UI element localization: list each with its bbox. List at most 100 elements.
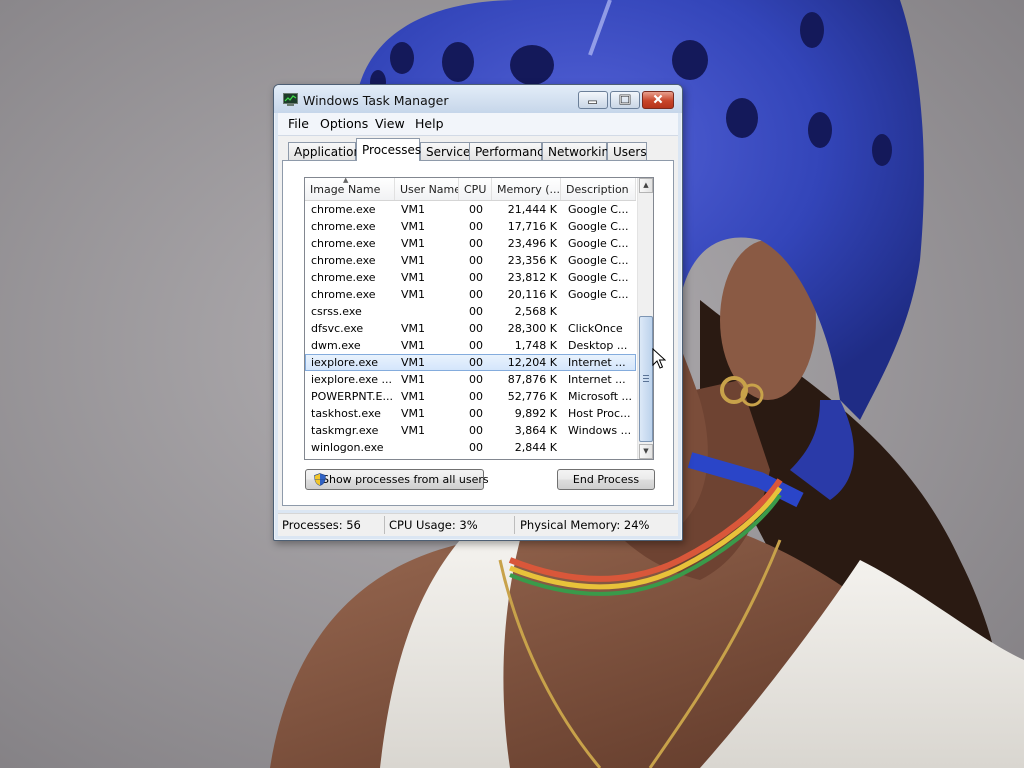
table-row[interactable]: chrome.exe VM1 00 23,496 K Google C... bbox=[305, 235, 636, 252]
cell-user: VM1 bbox=[401, 356, 426, 369]
table-row[interactable]: taskmgr.exe VM1 00 3,864 K Windows ... bbox=[305, 422, 636, 439]
column-label: Image Name bbox=[310, 183, 381, 196]
end-process-button[interactable]: End Process bbox=[557, 469, 655, 490]
cell-mem: 23,496 K bbox=[507, 237, 557, 250]
cell-mem: 20,116 K bbox=[507, 288, 557, 301]
cell-desc: Microsoft ... bbox=[568, 390, 633, 403]
scroll-up-arrow-icon[interactable]: ▲ bbox=[639, 178, 653, 193]
column-description[interactable]: Description bbox=[561, 178, 636, 200]
column-image-name[interactable]: ▲ Image Name bbox=[305, 178, 395, 200]
menu-options[interactable]: Options bbox=[320, 116, 368, 131]
menu-bar: File Options View Help bbox=[278, 113, 678, 136]
table-row[interactable]: chrome.exe VM1 00 17,716 K Google C... bbox=[305, 218, 636, 235]
cell-cpu: 00 bbox=[469, 339, 483, 352]
task-manager-window[interactable]: Windows Task Manager File Options View H… bbox=[273, 84, 683, 541]
process-list[interactable]: ▲ Image Name User Name CPU Memory (... D… bbox=[304, 177, 654, 460]
thumb-grip bbox=[643, 381, 649, 382]
cell-cpu: 00 bbox=[469, 390, 483, 403]
minimize-icon bbox=[588, 100, 597, 104]
cell-desc: Host Proc... bbox=[568, 407, 631, 420]
column-label: CPU bbox=[464, 183, 487, 196]
cell-user: VM1 bbox=[401, 373, 426, 386]
uac-shield-icon bbox=[314, 473, 326, 486]
tab-performance[interactable]: Performance bbox=[469, 142, 551, 160]
table-row[interactable]: chrome.exe VM1 00 23,812 K Google C... bbox=[305, 269, 636, 286]
cell-desc: ClickOnce bbox=[568, 322, 623, 335]
close-icon bbox=[653, 94, 663, 104]
vertical-scrollbar[interactable]: ▲ ▼ bbox=[637, 178, 653, 459]
cell-mem: 12,204 K bbox=[507, 356, 557, 369]
cell-name: taskmgr.exe bbox=[311, 424, 379, 437]
tab-networking[interactable]: Networking bbox=[542, 142, 617, 160]
column-user-name[interactable]: User Name bbox=[395, 178, 459, 200]
title-bar[interactable]: Windows Task Manager bbox=[274, 85, 682, 113]
cell-cpu: 00 bbox=[469, 305, 483, 318]
column-cpu[interactable]: CPU bbox=[459, 178, 492, 200]
cell-user: VM1 bbox=[401, 254, 426, 267]
table-row[interactable]: iexplore.exe VM1 00 12,204 K Internet ... bbox=[305, 354, 636, 371]
cell-mem: 2,844 K bbox=[514, 441, 557, 454]
cell-cpu: 00 bbox=[469, 203, 483, 216]
tab-services[interactable]: Services bbox=[420, 142, 477, 160]
cell-cpu: 00 bbox=[469, 220, 483, 233]
menu-help[interactable]: Help bbox=[415, 116, 444, 131]
cell-cpu: 00 bbox=[469, 441, 483, 454]
cell-user: VM1 bbox=[401, 271, 426, 284]
cell-user: VM1 bbox=[401, 288, 426, 301]
status-physical-memory: Physical Memory: 24% bbox=[520, 518, 650, 532]
cell-user: VM1 bbox=[401, 203, 426, 216]
minimize-button[interactable] bbox=[578, 91, 608, 109]
cell-cpu: 00 bbox=[469, 288, 483, 301]
show-all-processes-button[interactable]: Show processes from all users bbox=[305, 469, 489, 490]
tab-users[interactable]: Users bbox=[607, 142, 647, 160]
sort-ascending-icon: ▲ bbox=[343, 178, 349, 184]
status-divider bbox=[514, 516, 515, 534]
table-row[interactable]: dfsvc.exe VM1 00 28,300 K ClickOnce bbox=[305, 320, 636, 337]
table-row[interactable]: csrss.exe 00 2,568 K bbox=[305, 303, 636, 320]
mouse-cursor-icon bbox=[652, 348, 666, 369]
cell-desc: Windows ... bbox=[568, 424, 632, 437]
table-row[interactable]: taskhost.exe VM1 00 9,892 K Host Proc... bbox=[305, 405, 636, 422]
table-row[interactable]: chrome.exe VM1 00 20,116 K Google C... bbox=[305, 286, 636, 303]
cell-desc: Google C... bbox=[568, 288, 629, 301]
tab-processes[interactable]: Processes bbox=[356, 138, 421, 161]
window-title: Windows Task Manager bbox=[303, 93, 449, 108]
cell-desc: Google C... bbox=[568, 237, 629, 250]
table-row[interactable]: chrome.exe VM1 00 23,356 K Google C... bbox=[305, 252, 636, 269]
cell-cpu: 00 bbox=[469, 407, 483, 420]
cell-mem: 87,876 K bbox=[507, 373, 557, 386]
cell-user: VM1 bbox=[401, 390, 426, 403]
cell-user: VM1 bbox=[401, 424, 426, 437]
menu-file[interactable]: File bbox=[288, 116, 309, 131]
cell-name: chrome.exe bbox=[311, 254, 376, 267]
table-row[interactable]: chrome.exe VM1 00 21,444 K Google C... bbox=[305, 201, 636, 218]
table-row[interactable]: iexplore.exe ... VM1 00 87,876 K Internet ..… bbox=[305, 371, 636, 388]
cell-cpu: 00 bbox=[469, 271, 483, 284]
task-manager-icon bbox=[283, 93, 298, 106]
scroll-down-arrow-icon[interactable]: ▼ bbox=[639, 444, 653, 459]
cell-name: POWERPNT.E... bbox=[311, 390, 393, 403]
cell-mem: 17,716 K bbox=[507, 220, 557, 233]
cell-mem: 21,444 K bbox=[507, 203, 557, 216]
cell-cpu: 00 bbox=[469, 424, 483, 437]
cell-name: chrome.exe bbox=[311, 237, 376, 250]
status-bar: Processes: 56 CPU Usage: 3% Physical Mem… bbox=[278, 513, 678, 536]
tab-applications[interactable]: Applications bbox=[288, 142, 367, 160]
cell-mem: 1,748 K bbox=[514, 339, 557, 352]
cell-cpu: 00 bbox=[469, 373, 483, 386]
column-memory[interactable]: Memory (... bbox=[492, 178, 561, 200]
close-button[interactable] bbox=[642, 91, 674, 109]
cell-name: chrome.exe bbox=[311, 288, 376, 301]
scroll-thumb[interactable] bbox=[639, 316, 653, 442]
table-row[interactable]: POWERPNT.E... VM1 00 52,776 K Microsoft ... bbox=[305, 388, 636, 405]
table-row[interactable]: winlogon.exe 00 2,844 K bbox=[305, 439, 636, 456]
menu-view[interactable]: View bbox=[375, 116, 405, 131]
cell-desc: Internet ... bbox=[568, 373, 626, 386]
table-row[interactable]: dwm.exe VM1 00 1,748 K Desktop ... bbox=[305, 337, 636, 354]
cell-user: VM1 bbox=[401, 237, 426, 250]
status-processes: Processes: 56 bbox=[282, 518, 361, 532]
maximize-button[interactable] bbox=[610, 91, 640, 109]
cell-user: VM1 bbox=[401, 339, 426, 352]
cell-cpu: 00 bbox=[469, 322, 483, 335]
cell-mem: 28,300 K bbox=[507, 322, 557, 335]
